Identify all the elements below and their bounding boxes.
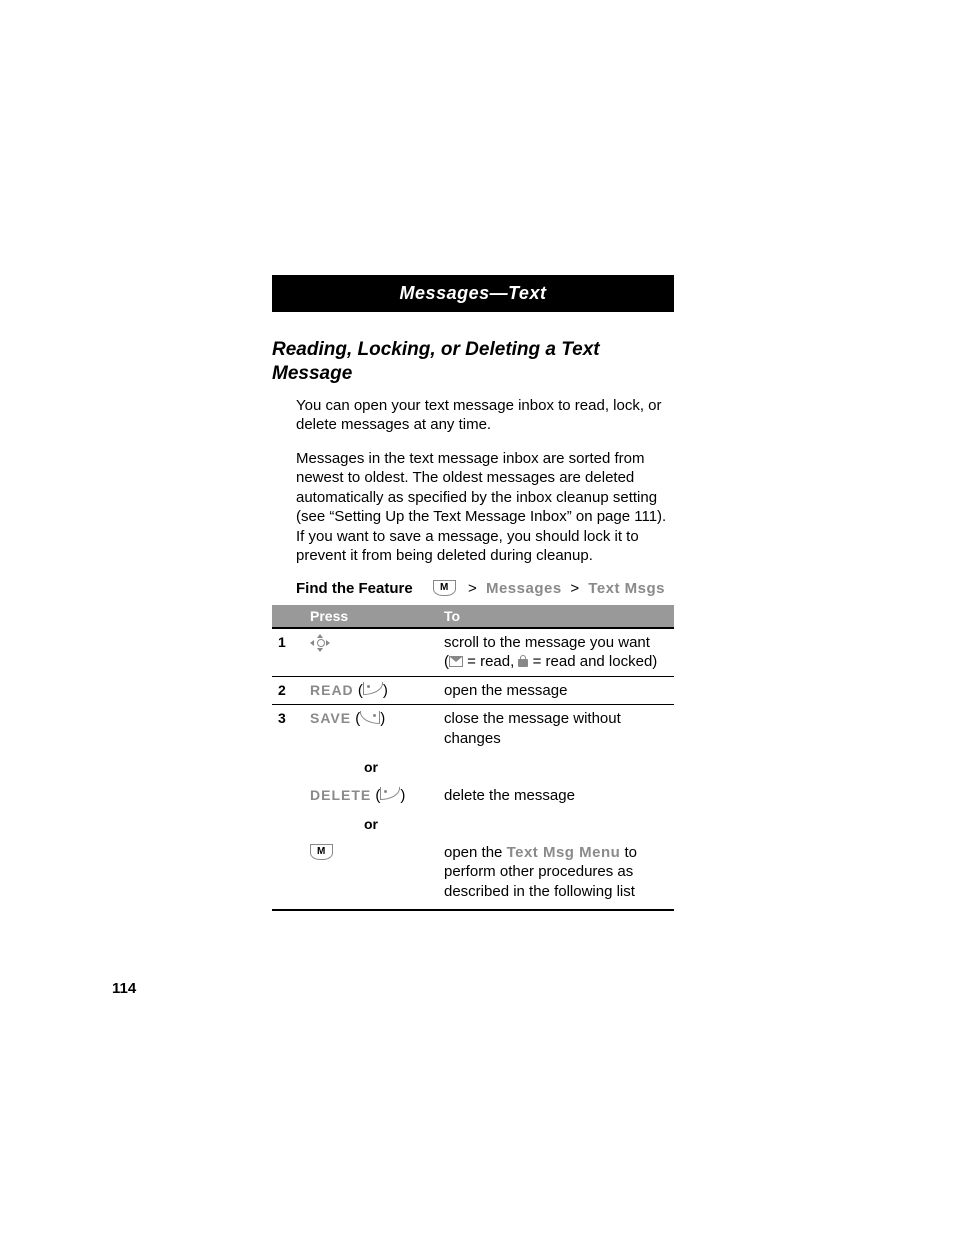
th-press: Press: [304, 605, 438, 628]
to-text-menu-name: Text Msg Menu: [507, 844, 621, 861]
lock-icon: [518, 655, 528, 667]
delete-label: DELETE: [310, 787, 371, 803]
to-text-read: = read,: [463, 653, 518, 670]
press-cell-delete: DELETE (): [304, 782, 438, 810]
find-feature-label: Find the Feature: [296, 580, 433, 597]
press-cell-or: or: [304, 752, 438, 782]
envelope-icon: [449, 656, 463, 667]
to-cell: open the message: [438, 676, 674, 705]
to-cell: delete the message: [438, 782, 674, 810]
find-the-feature-row: Find the Feature M > Messages > Text Msg…: [272, 580, 674, 597]
nav-key-icon: [310, 635, 330, 651]
table-row: M open the Text Msg Menu to perform othe…: [272, 839, 674, 911]
to-text-line1: scroll to the message you want: [444, 634, 650, 651]
table-row: or: [272, 809, 674, 839]
left-softkey-icon: [363, 682, 383, 695]
menu-key-icon: M: [433, 580, 456, 596]
or-label: or: [364, 759, 378, 775]
page-number: 114: [112, 980, 136, 997]
press-cell-navigate: [304, 628, 438, 677]
table-row: or: [272, 752, 674, 782]
path-sep-1: >: [468, 580, 477, 597]
path-item-messages: Messages: [486, 580, 562, 597]
th-to: To: [438, 605, 674, 628]
press-cell-save: SAVE (): [304, 705, 438, 753]
table-row: 1 scroll to the message you want ( = rea…: [272, 628, 674, 677]
save-label: SAVE: [310, 710, 351, 726]
table-row: DELETE () delete the message: [272, 782, 674, 810]
intro-paragraph-2: Messages in the text message inbox are s…: [272, 449, 674, 566]
press-cell-read: READ (): [304, 676, 438, 705]
instruction-table: Press To 1 scroll to the message you wan…: [272, 605, 674, 912]
table-row: 3 SAVE () close the message without chan…: [272, 705, 674, 753]
path-sep-2: >: [570, 580, 579, 597]
to-cell: open the Text Msg Menu to perform other …: [438, 839, 674, 911]
left-softkey-icon: [380, 787, 400, 800]
step-number: 3: [272, 705, 304, 753]
read-label: READ: [310, 682, 354, 698]
step-number: 1: [272, 628, 304, 677]
table-row: 2 READ () open the message: [272, 676, 674, 705]
header-title: Messages—Text: [400, 283, 547, 303]
th-index: [272, 605, 304, 628]
step-number: 2: [272, 676, 304, 705]
section-title: Reading, Locking, or Deleting a Text Mes…: [272, 338, 674, 386]
menu-key-icon: M: [310, 844, 333, 860]
find-feature-path: M > Messages > Text Msgs: [433, 580, 665, 597]
to-text-locked: = read and locked): [528, 653, 657, 670]
to-cell: scroll to the message you want ( = read,…: [438, 628, 674, 677]
press-cell-menu: M: [304, 839, 438, 911]
or-label: or: [364, 816, 378, 832]
to-cell: close the message without changes: [438, 705, 674, 753]
page-header-bar: Messages—Text: [272, 275, 674, 312]
press-cell-or: or: [304, 809, 438, 839]
right-softkey-icon: [360, 711, 380, 724]
path-item-text-msgs: Text Msgs: [588, 580, 665, 597]
to-text-menu-a: open the: [444, 844, 507, 861]
intro-paragraph-1: You can open your text message inbox to …: [272, 396, 674, 435]
